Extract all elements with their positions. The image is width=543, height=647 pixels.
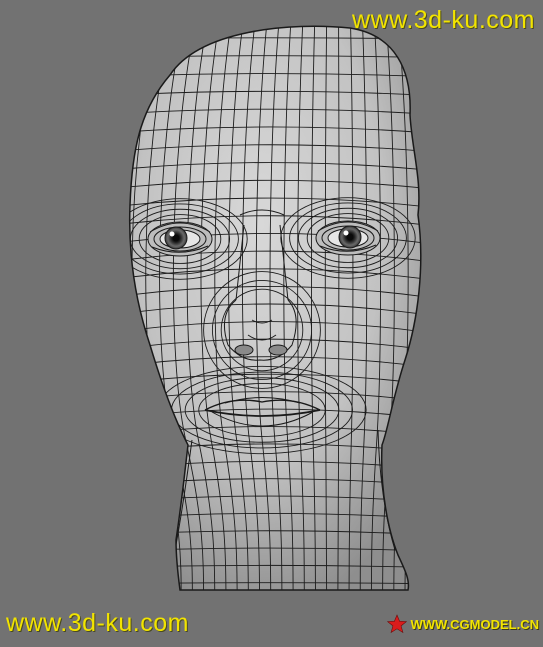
watermark-top: www.3d-ku.com [352,6,535,34]
left-eye [147,221,213,257]
watermark-logo: WWW.CGMODEL.CN [387,614,539,634]
right-eye [315,220,381,256]
watermark-bottom: www.3d-ku.com [6,609,189,637]
head-wireframe-render [128,25,422,591]
3d-viewport: www.3d-ku.com www.3d-ku.com WWW.CGMODEL.… [0,0,543,642]
red-star-icon [387,614,408,634]
watermark-logo-text: WWW.CGMODEL.CN [410,616,539,632]
